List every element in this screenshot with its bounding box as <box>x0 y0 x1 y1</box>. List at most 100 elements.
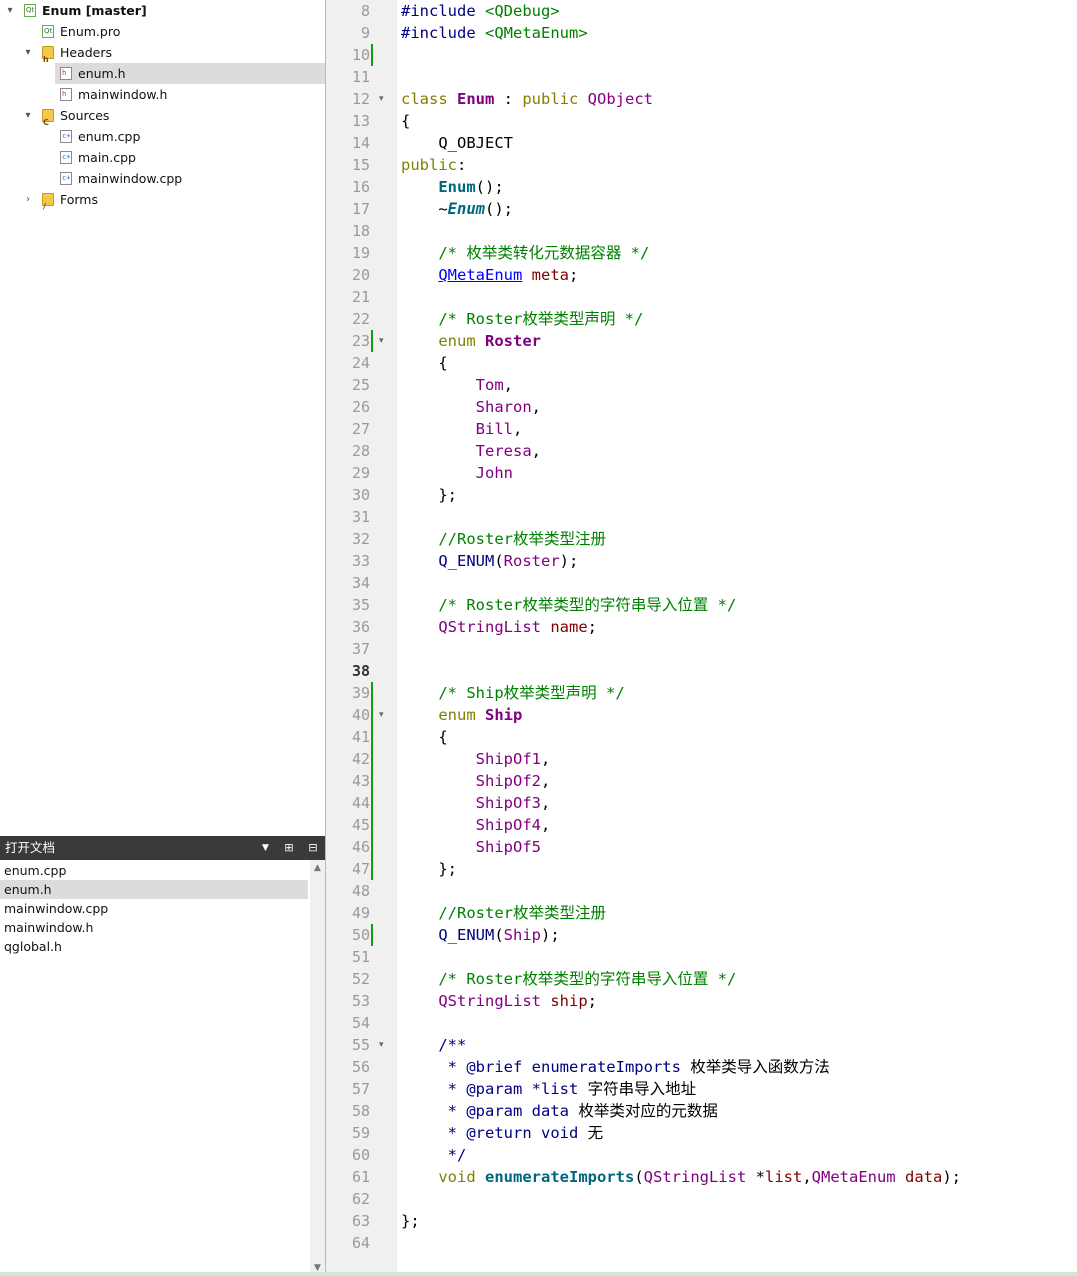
line-number: 52 <box>351 970 370 988</box>
close-pane-icon[interactable]: ⊟ <box>306 841 320 855</box>
fold-arrow-icon[interactable]: ▾ <box>379 330 389 352</box>
line-number: 11 <box>351 68 370 86</box>
line-number: 34 <box>351 574 370 592</box>
code-line[interactable]: * @param *list 字符串导入地址 <box>401 1078 697 1100</box>
open-document-item[interactable]: mainwindow.cpp <box>0 899 308 918</box>
change-marker <box>371 814 373 836</box>
code-line[interactable]: enum Ship <box>401 704 522 726</box>
line-number: 23 <box>351 332 370 350</box>
code-line[interactable]: /** <box>401 1034 466 1056</box>
line-number: 12 <box>351 90 370 108</box>
line-number: 43 <box>351 772 370 790</box>
line-number: 25 <box>351 376 370 394</box>
line-number: 21 <box>351 288 370 306</box>
code-line[interactable]: /* Roster枚举类型的字符串导入位置 */ <box>401 968 736 990</box>
tree-item[interactable]: c+ mainwindow.cpp <box>0 168 325 189</box>
line-number: 49 <box>351 904 370 922</box>
open-document-item[interactable]: enum.cpp <box>0 861 308 880</box>
project-icon: Qt <box>24 4 36 17</box>
code-line[interactable]: class Enum : public QObject <box>401 88 653 110</box>
scroll-up-icon[interactable]: ▲ <box>310 860 325 876</box>
code-line[interactable]: QStringList ship; <box>401 990 597 1012</box>
open-documents-scrollbar[interactable]: ▲ ▼ <box>310 860 325 1276</box>
tree-item[interactable]: c+ enum.cpp <box>0 126 325 147</box>
code-line[interactable]: //Roster枚举类型注册 <box>401 528 606 550</box>
tree-item[interactable]: h enum.h <box>55 63 325 84</box>
code-line[interactable]: QStringList name; <box>401 616 597 638</box>
fold-arrow-icon[interactable]: ▾ <box>379 1034 389 1056</box>
code-line[interactable]: void enumerateImports(QStringList *list,… <box>401 1166 961 1188</box>
code-line[interactable]: Enum(); <box>401 176 503 198</box>
line-number: 63 <box>351 1212 370 1230</box>
code-line[interactable]: * @return void 无 <box>401 1122 604 1144</box>
chevron-down-icon[interactable]: ▾ <box>22 42 34 63</box>
change-marker <box>371 770 373 792</box>
left-panel: ▾ Qt Enum [master] Qt Enum.pro ▾ h Headers h enum… <box>0 0 326 1276</box>
line-number: 15 <box>351 156 370 174</box>
code-line[interactable]: #include <QMetaEnum> <box>401 22 588 44</box>
code-line[interactable]: //Roster枚举类型注册 <box>401 902 606 924</box>
code-line[interactable]: }; <box>401 484 457 506</box>
change-marker <box>371 726 373 748</box>
code-line[interactable]: public: <box>401 154 466 176</box>
code-line[interactable]: ShipOf4, <box>401 814 551 836</box>
open-document-item[interactable]: qglobal.h <box>0 937 308 956</box>
chevron-down-icon[interactable]: ▾ <box>4 0 16 21</box>
code-line[interactable]: Bill, <box>401 418 523 440</box>
open-documents-list: enum.cpp enum.h mainwindow.cpp mainwindow.h… <box>0 860 310 1276</box>
line-number: 18 <box>351 222 370 240</box>
code-line[interactable]: * @param data 枚举类对应的元数据 <box>401 1100 718 1122</box>
code-line[interactable]: /* Ship枚举类型声明 */ <box>401 682 624 704</box>
code-line[interactable]: Q_ENUM(Roster); <box>401 550 578 572</box>
split-icon[interactable]: ⊞ <box>282 841 296 855</box>
tree-item[interactable]: ▾ Qt Enum [master] <box>0 0 325 21</box>
tree-item[interactable]: h mainwindow.h <box>0 84 325 105</box>
line-number: 59 <box>351 1124 370 1142</box>
line-number: 36 <box>351 618 370 636</box>
code-line[interactable]: */ <box>401 1144 467 1166</box>
chevron-down-icon[interactable]: ▾ <box>22 105 34 126</box>
code-line[interactable]: QMetaEnum meta; <box>401 264 578 286</box>
change-marker <box>371 836 373 858</box>
line-number: 19 <box>351 244 370 262</box>
line-number: 26 <box>351 398 370 416</box>
code-line[interactable]: John <box>401 462 513 484</box>
code-line[interactable]: { <box>401 110 410 132</box>
code-line[interactable]: Q_OBJECT <box>401 132 513 154</box>
code-line[interactable]: ShipOf1, <box>401 748 551 770</box>
code-line[interactable]: ShipOf3, <box>401 792 551 814</box>
code-line[interactable]: /* Roster枚举类型声明 */ <box>401 308 643 330</box>
code-line[interactable]: { <box>401 726 447 748</box>
open-document-item[interactable]: enum.h <box>0 880 308 899</box>
line-number: 16 <box>351 178 370 196</box>
fold-arrow-icon[interactable]: ▾ <box>379 88 389 110</box>
tree-item[interactable]: Qt Enum.pro <box>0 21 325 42</box>
tree-item[interactable]: c+ main.cpp <box>0 147 325 168</box>
code-line[interactable]: /* 枚举类转化元数据容器 */ <box>401 242 649 264</box>
fold-arrow-icon[interactable]: ▾ <box>379 704 389 726</box>
line-number: 54 <box>351 1014 370 1032</box>
chevron-right-icon[interactable]: › <box>22 189 34 210</box>
code-line[interactable]: ~Enum(); <box>401 198 513 220</box>
code-line[interactable]: ShipOf2, <box>401 770 551 792</box>
code-line[interactable]: #include <QDebug> <box>401 0 560 22</box>
code-line[interactable]: Tom, <box>401 374 513 396</box>
pro-file-icon: Qt <box>42 25 54 38</box>
code-line[interactable]: Teresa, <box>401 440 541 462</box>
line-number: 29 <box>351 464 370 482</box>
tree-item[interactable]: › / Forms <box>0 189 325 211</box>
dropdown-icon[interactable]: ▼ <box>262 836 269 860</box>
open-document-item[interactable]: mainwindow.h <box>0 918 308 937</box>
code-line[interactable]: }; <box>401 858 457 880</box>
code-line[interactable]: * @brief enumerateImports 枚举类导入函数方法 <box>401 1056 830 1078</box>
header-file-icon: h <box>60 67 72 80</box>
code-line[interactable]: }; <box>401 1210 420 1232</box>
code-line[interactable]: /* Roster枚举类型的字符串导入位置 */ <box>401 594 736 616</box>
code-line[interactable]: ShipOf5 <box>401 836 541 858</box>
code-line[interactable]: Sharon, <box>401 396 541 418</box>
code-line[interactable]: { <box>401 352 447 374</box>
tree-item[interactable]: ▾ C Sources <box>0 105 325 127</box>
tree-item[interactable]: ▾ h Headers <box>0 42 325 64</box>
code-line[interactable]: Q_ENUM(Ship); <box>401 924 559 946</box>
code-line[interactable]: enum Roster <box>401 330 541 352</box>
